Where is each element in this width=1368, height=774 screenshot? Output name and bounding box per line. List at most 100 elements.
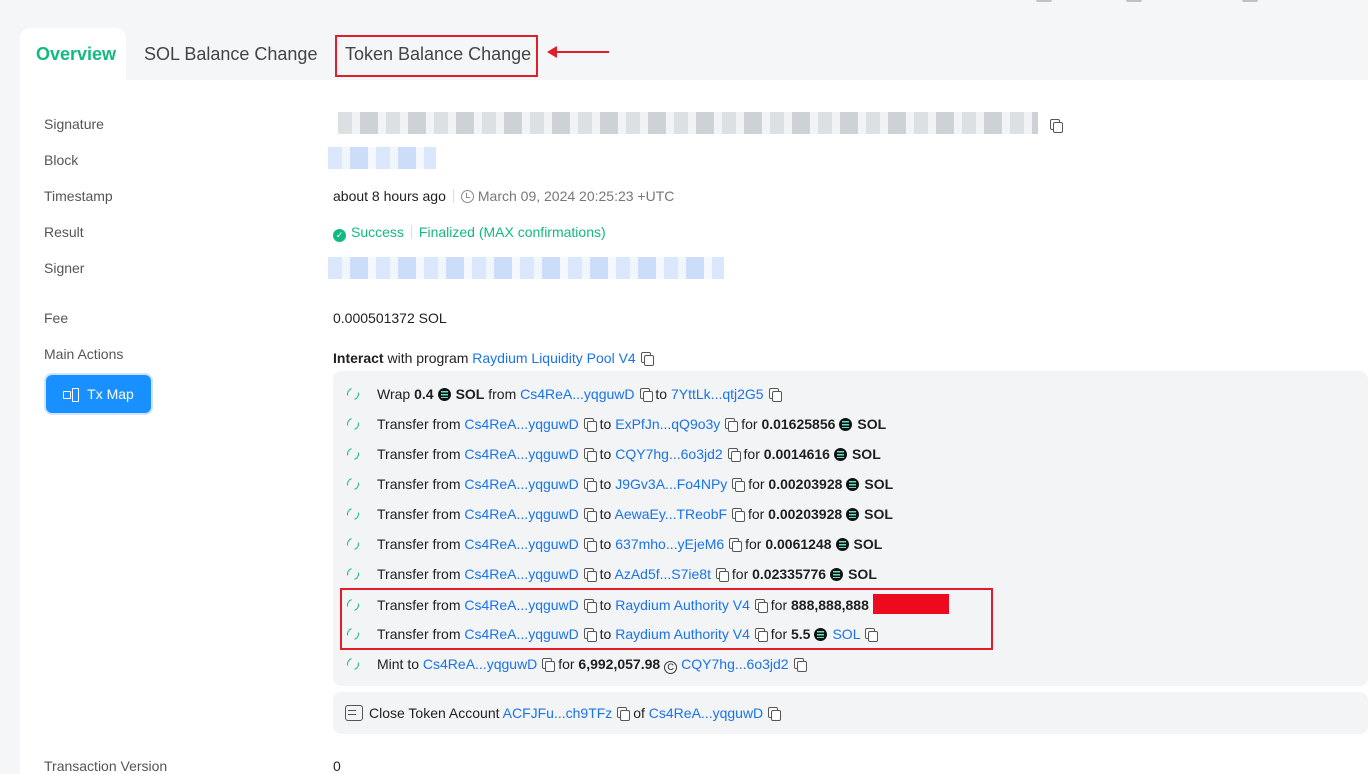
tab-sol-balance-change[interactable]: SOL Balance Change <box>128 28 333 80</box>
copy-icon[interactable] <box>727 448 741 462</box>
annotation-arrow <box>547 46 609 58</box>
check-circle-icon: ✓ <box>333 229 346 242</box>
result-value: ✓ Success Finalized (MAX confirmations) <box>333 224 606 242</box>
signer-value-redacted[interactable] <box>328 257 724 279</box>
copy-icon[interactable] <box>754 599 768 613</box>
sync-icon <box>344 625 362 643</box>
timestamp-label: Timestamp <box>44 188 113 204</box>
toolbar-icon[interactable] <box>1036 0 1052 2</box>
interact-line: Interact with program Raydium Liquidity … <box>333 350 654 366</box>
tab-highlight-box <box>335 35 538 77</box>
signer-label: Signer <box>44 260 85 276</box>
sol-token-icon <box>437 388 451 401</box>
copy-icon[interactable] <box>793 658 807 672</box>
address-link[interactable]: Cs4ReA...yqguwD <box>520 386 634 402</box>
copy-icon[interactable] <box>640 352 654 366</box>
action-row-close-account: Close Token Account ACFJFu...ch9TFz of C… <box>345 703 782 723</box>
token-link[interactable]: SOL <box>832 626 860 642</box>
copy-icon[interactable] <box>583 508 597 522</box>
result-label: Result <box>44 224 84 240</box>
toolbar-icon[interactable] <box>1126 0 1142 2</box>
redacted-token-name <box>872 594 949 614</box>
copy-icon[interactable] <box>583 628 597 642</box>
copy-icon[interactable] <box>617 707 631 721</box>
address-link[interactable]: J9Gv3A...Fo4NPy <box>615 476 727 492</box>
copy-icon[interactable] <box>583 538 597 552</box>
address-link[interactable]: ExPfJn...qQ9o3y <box>615 416 720 432</box>
address-link[interactable]: Cs4ReA...yqguwD <box>464 446 578 462</box>
copy-icon[interactable] <box>583 418 597 432</box>
address-link[interactable]: Cs4ReA...yqguwD <box>464 536 578 552</box>
program-link[interactable]: Raydium Liquidity Pool V4 <box>472 350 635 366</box>
sol-token-icon <box>846 508 860 521</box>
copy-icon[interactable] <box>583 448 597 462</box>
sol-token-icon <box>846 478 860 491</box>
sync-icon <box>344 505 362 523</box>
address-link[interactable]: 7YttLk...qtj2G5 <box>671 386 764 402</box>
sol-token-icon <box>814 628 828 641</box>
address-link[interactable]: ACFJFu...ch9TFz <box>503 705 613 721</box>
tab-overview[interactable]: Overview <box>20 28 126 80</box>
address-link[interactable]: Raydium Authority V4 <box>615 626 750 642</box>
copy-icon[interactable] <box>754 628 768 642</box>
copy-icon[interactable] <box>583 478 597 492</box>
address-link[interactable]: Cs4ReA...yqguwD <box>464 626 578 642</box>
tx-map-button[interactable]: Tx Map <box>46 375 151 413</box>
address-link[interactable]: AzAd5f...S7ie8t <box>614 566 711 582</box>
copy-icon[interactable] <box>583 568 597 582</box>
sol-token-icon <box>833 448 847 461</box>
sync-icon <box>344 655 362 673</box>
timestamp-value: about 8 hours ago March 09, 2024 20:25:23… <box>333 188 674 204</box>
address-link[interactable]: Cs4ReA...yqguwD <box>423 656 537 672</box>
sync-icon <box>344 385 362 403</box>
address-link[interactable]: Raydium Authority V4 <box>615 597 750 613</box>
action-row-transfer: Transfer from Cs4ReA...yqguwD to CQY7hg.… <box>344 444 881 464</box>
close-account-icon <box>345 705 363 721</box>
address-link[interactable]: Cs4ReA...yqguwD <box>464 566 578 582</box>
copy-icon[interactable] <box>732 478 746 492</box>
token-link[interactable]: CQY7hg...6o3jd2 <box>681 656 788 672</box>
action-row-transfer: Transfer from Cs4ReA...yqguwD to Raydium… <box>344 624 879 644</box>
interact-prefix: Interact <box>333 350 384 366</box>
result-confirmation: Finalized (MAX confirmations) <box>418 224 606 240</box>
main-actions-label: Main Actions <box>44 346 124 362</box>
address-link[interactable]: Cs4ReA...yqguwD <box>464 506 578 522</box>
address-link[interactable]: CQY7hg...6o3jd2 <box>615 446 722 462</box>
address-link[interactable]: Cs4ReA...yqguwD <box>464 597 578 613</box>
copy-icon[interactable] <box>725 418 739 432</box>
address-link[interactable]: Cs4ReA...yqguwD <box>649 705 763 721</box>
copy-icon[interactable] <box>542 658 556 672</box>
block-label: Block <box>44 152 79 168</box>
action-row-transfer: Transfer from Cs4ReA...yqguwD to J9Gv3A.… <box>344 474 893 494</box>
tx-map-label: Tx Map <box>87 386 134 402</box>
sync-icon <box>344 445 362 463</box>
action-row-transfer: Transfer from Cs4ReA...yqguwD to Raydium… <box>344 594 949 614</box>
copy-icon[interactable] <box>729 538 743 552</box>
sol-token-icon <box>835 538 849 551</box>
tx-map-icon <box>63 388 80 402</box>
time-absolute: March 09, 2024 20:25:23 +UTC <box>477 188 675 204</box>
block-value-redacted[interactable] <box>328 147 436 169</box>
toolbar-icon[interactable] <box>1242 0 1258 2</box>
copy-icon[interactable] <box>768 707 782 721</box>
copy-icon[interactable] <box>732 508 746 522</box>
action-row-mint: Mint to Cs4ReA...yqguwD for 6,992,057.98… <box>344 654 807 674</box>
clock-icon <box>460 190 474 203</box>
action-row-transfer: Transfer from Cs4ReA...yqguwD to AewaEy.… <box>344 504 893 524</box>
tx-version-label: Transaction Version <box>44 758 168 774</box>
copy-icon[interactable] <box>865 628 879 642</box>
address-link[interactable]: 637mho...yEjeM6 <box>615 536 724 552</box>
address-link[interactable]: Cs4ReA...yqguwD <box>464 416 578 432</box>
sync-icon <box>344 535 362 553</box>
fee-label: Fee <box>44 310 69 326</box>
interact-with-text: with program <box>387 350 469 366</box>
copy-icon[interactable] <box>639 388 653 402</box>
sync-icon <box>344 415 362 433</box>
copy-icon[interactable] <box>583 599 597 613</box>
copy-icon[interactable] <box>768 388 782 402</box>
address-link[interactable]: Cs4ReA...yqguwD <box>464 476 578 492</box>
address-link[interactable]: AewaEy...TReobF <box>614 506 727 522</box>
copy-icon[interactable] <box>716 568 729 582</box>
copy-icon[interactable] <box>1050 119 1063 133</box>
action-row-wrap: Wrap 0.4 SOL from Cs4ReA...yqguwD to 7Ytt… <box>344 384 782 404</box>
